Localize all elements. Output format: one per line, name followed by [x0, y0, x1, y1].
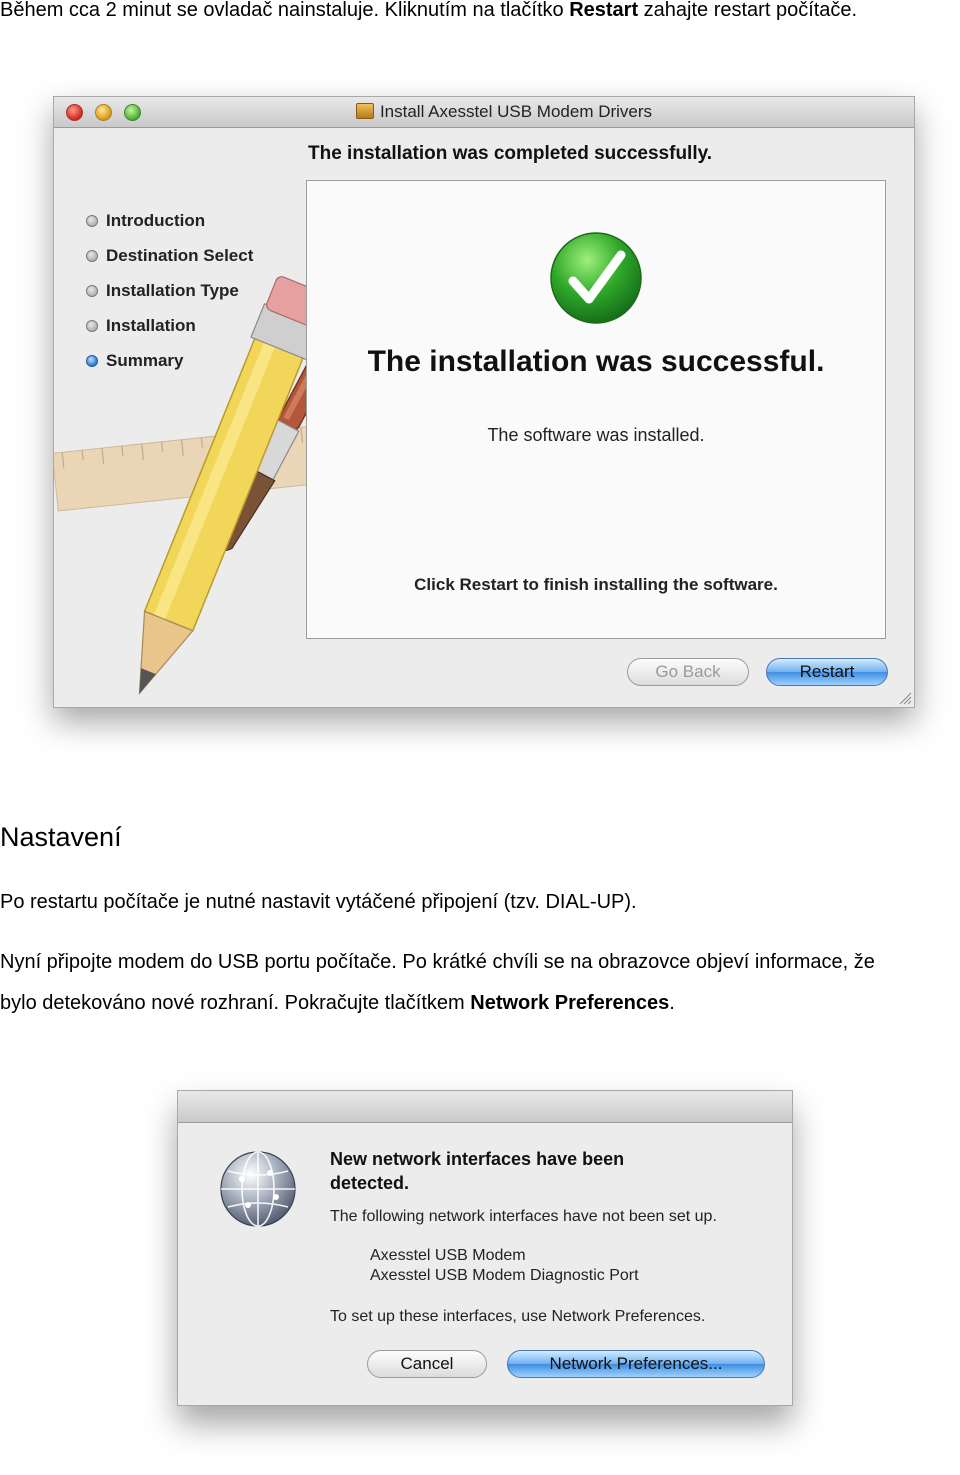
- step-summary: Summary: [86, 350, 253, 385]
- step-installation: Installation: [86, 315, 253, 350]
- success-hint: Click Restart to finish installing the s…: [414, 575, 778, 594]
- step-label: Installation: [106, 316, 196, 335]
- network-interface-list: Axesstel USB Modem Axesstel USB Modem Di…: [370, 1246, 639, 1286]
- step-label: Summary: [106, 351, 184, 370]
- step-bullet-icon: [86, 285, 98, 297]
- installer-title: Install Axesstel USB Modem Drivers: [54, 102, 914, 122]
- cancel-label: Cancel: [400, 1354, 454, 1373]
- paragraph-text: bylo detekováno nové rozhraní. Pokračujt…: [0, 992, 471, 1014]
- step-bullet-active-icon: [86, 355, 98, 367]
- success-title: The installation was successful.: [367, 345, 825, 378]
- paragraph-connect-line2: bylo detekováno nové rozhraní. Pokračujt…: [0, 983, 675, 1023]
- go-back-label: Go Back: [655, 662, 721, 681]
- network-globe-icon: [220, 1151, 296, 1227]
- installer-titlebar: Install Axesstel USB Modem Drivers: [54, 97, 914, 128]
- paragraph-text-end: .: [669, 992, 675, 1014]
- step-label: Installation Type: [106, 281, 239, 300]
- step-destination-select: Destination Select: [86, 245, 253, 280]
- network-dialog-instruction: To set up these interfaces, use Network …: [330, 1308, 706, 1325]
- paragraph-bold-network-preferences: Network Preferences: [470, 992, 670, 1014]
- step-introduction: Introduction: [86, 210, 253, 245]
- step-label: Destination Select: [106, 246, 254, 265]
- network-interface-item: Axesstel USB Modem: [370, 1247, 526, 1264]
- package-icon: [355, 103, 374, 119]
- restart-button[interactable]: Restart: [766, 658, 888, 686]
- go-back-button[interactable]: Go Back: [627, 658, 749, 686]
- installer-title-text: Install Axesstel USB Modem Drivers: [379, 102, 653, 121]
- installer-header: The installation was completed successfu…: [308, 143, 713, 164]
- cancel-button[interactable]: Cancel: [367, 1350, 487, 1378]
- network-dialog-titlebar: [178, 1091, 792, 1123]
- paragraph-connect-line1: Nyní připojte modem do USB portu počítač…: [0, 951, 875, 973]
- resize-grip-icon[interactable]: [898, 691, 912, 705]
- installer-steps: Introduction Destination Select Installa…: [86, 210, 253, 385]
- step-bullet-icon: [86, 250, 98, 262]
- check-icon: [550, 232, 642, 324]
- network-dialog-text: The following network interfaces have no…: [330, 1208, 717, 1225]
- step-bullet-icon: [86, 320, 98, 332]
- step-bullet-icon: [86, 215, 98, 227]
- intro-bold-restart: Restart: [569, 0, 639, 21]
- network-dialog-heading: New network interfaces have been detecte…: [330, 1149, 625, 1193]
- network-dialog: New network interfaces have been detecte…: [177, 1090, 793, 1406]
- installer-content-panel: The installation was successful. The sof…: [306, 180, 886, 639]
- network-preferences-label: Network Preferences...: [549, 1354, 723, 1373]
- restart-label: Restart: [799, 662, 855, 681]
- intro-paragraph: Během cca 2 minut se ovladač nainstaluje…: [0, 0, 857, 30]
- intro-text-end: zahajte restart počítače.: [638, 0, 858, 21]
- step-installation-type: Installation Type: [86, 280, 253, 315]
- intro-text: Během cca 2 minut se ovladač nainstaluje…: [0, 0, 570, 21]
- network-interface-item: Axesstel USB Modem Diagnostic Port: [370, 1267, 639, 1284]
- section-heading: Nastavení: [0, 822, 122, 852]
- success-subtitle: The software was installed.: [487, 425, 705, 445]
- network-preferences-button[interactable]: Network Preferences...: [507, 1350, 765, 1378]
- installer-window: Install Axesstel USB Modem Drivers The i…: [53, 96, 915, 708]
- paragraph-dialup: Po restartu počítače je nutné nastavit v…: [0, 891, 637, 913]
- step-label: Introduction: [106, 211, 206, 230]
